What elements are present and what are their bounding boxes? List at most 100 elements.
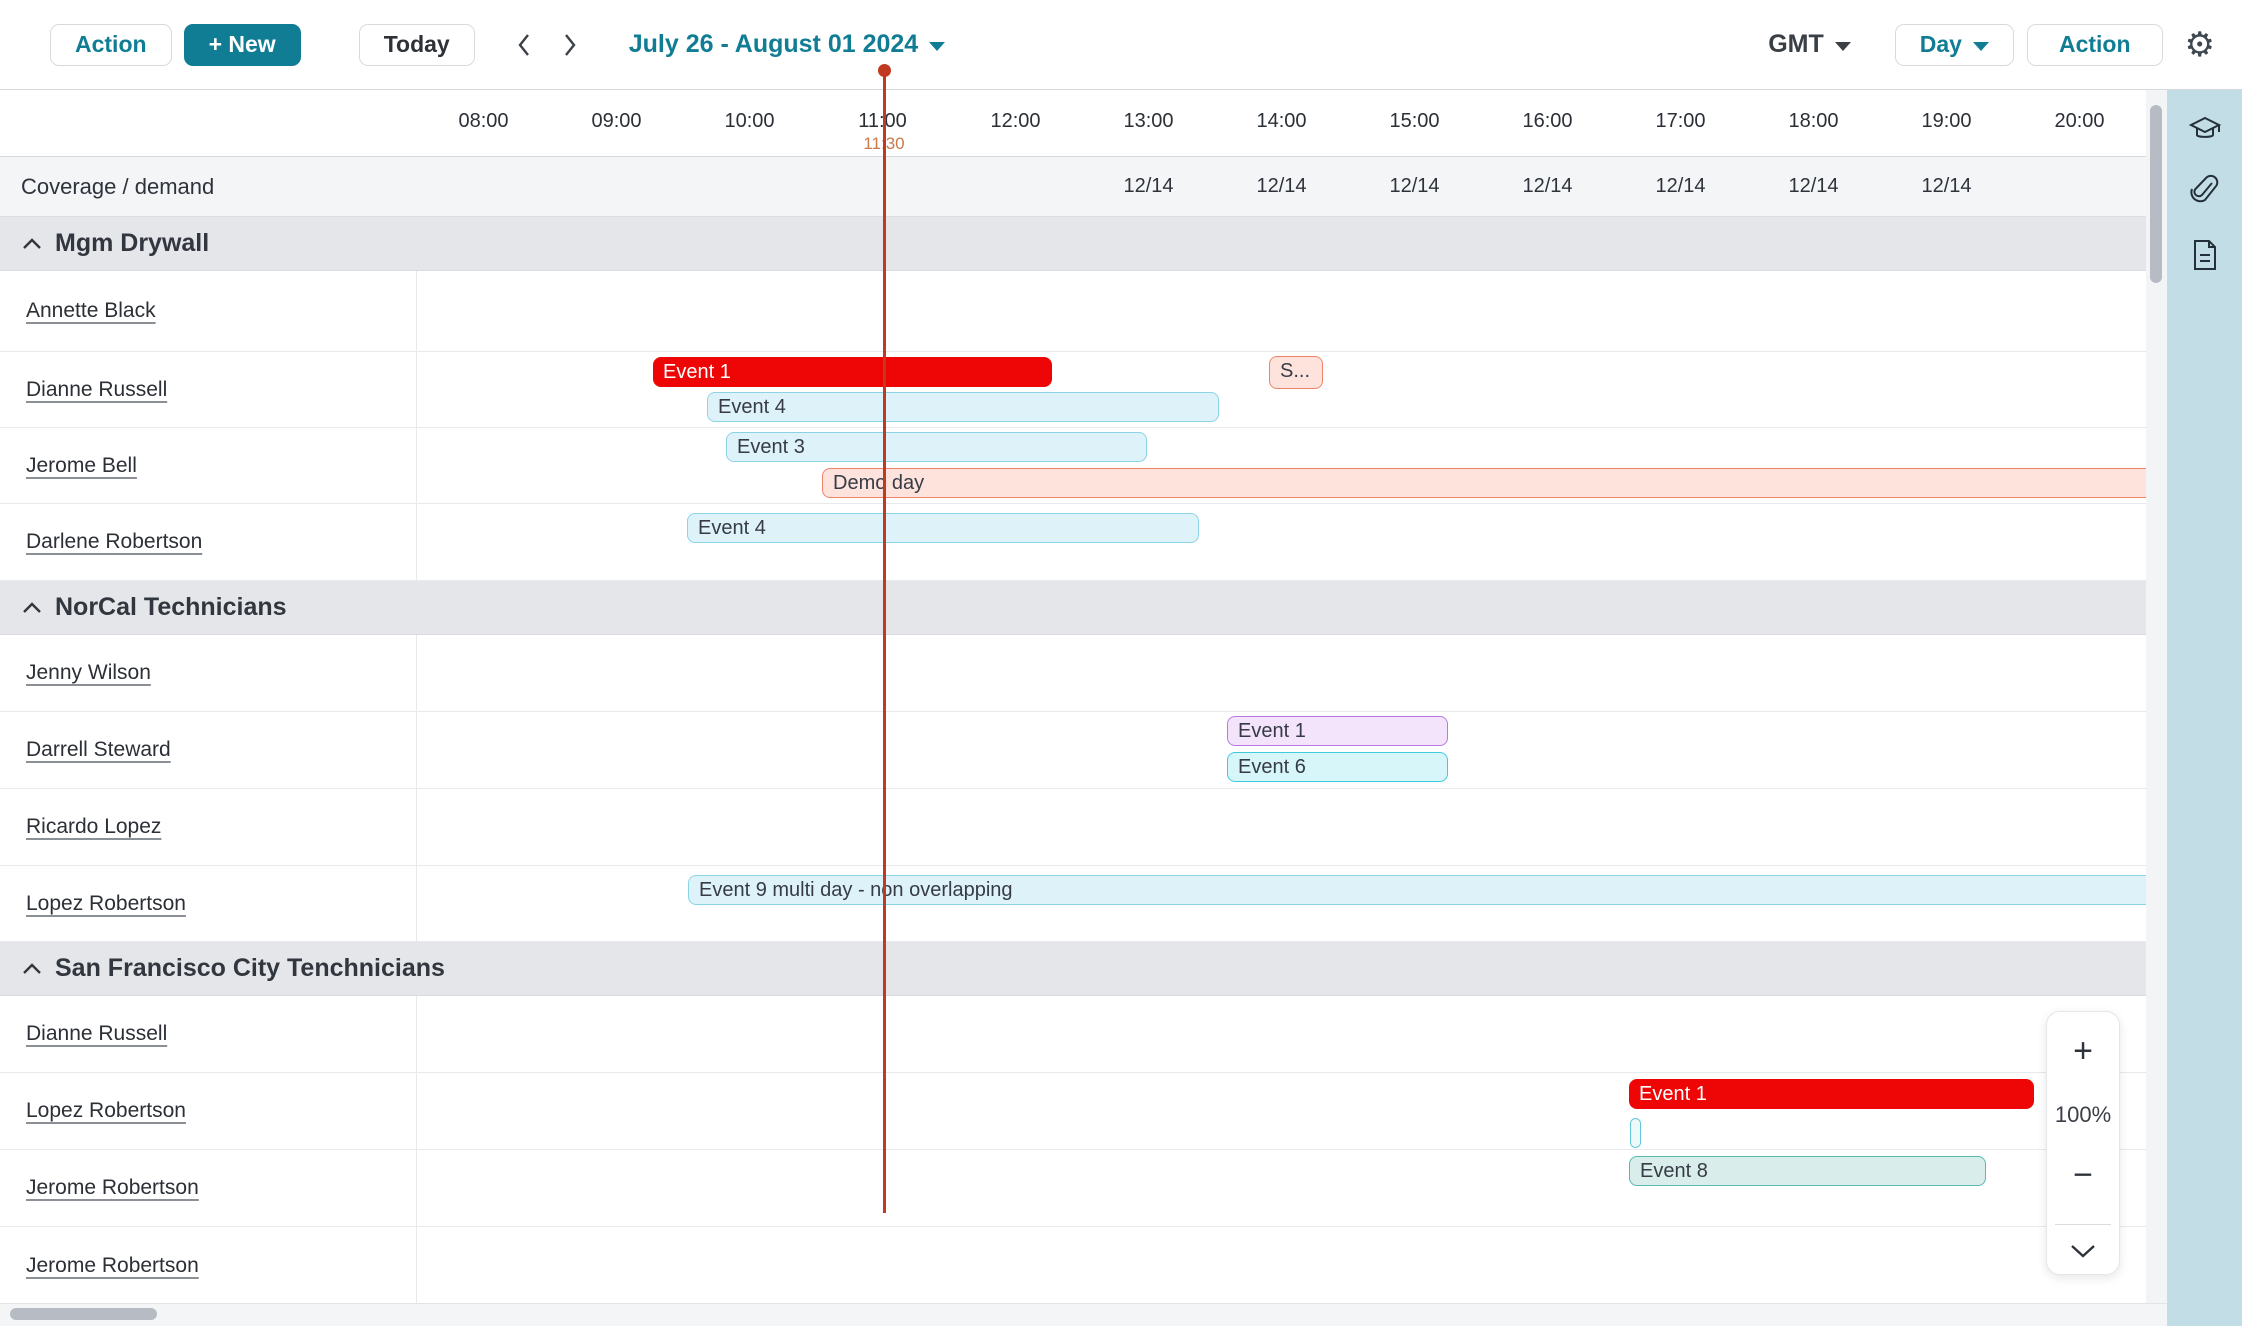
- resource-name-link[interactable]: Lopez Robertson: [26, 892, 186, 916]
- gear-icon[interactable]: ⚙: [2185, 28, 2215, 62]
- event-bar[interactable]: Event 1: [653, 357, 1052, 387]
- event-bar[interactable]: Event 9 multi day - non overlapping: [688, 875, 2146, 905]
- horizontal-scrollbar-track: [0, 1303, 2167, 1326]
- coverage-row: Coverage / demand 12/1412/1412/1412/1412…: [0, 157, 2146, 217]
- resource-row: Annette Black: [0, 271, 2146, 352]
- coverage-value: [417, 157, 550, 216]
- collapse-chevron-icon[interactable]: [2069, 1243, 2097, 1264]
- resource-name-link[interactable]: Darlene Robertson: [26, 530, 202, 554]
- chevron-right-icon[interactable]: [547, 24, 593, 66]
- event-bar[interactable]: Event 3: [726, 432, 1147, 462]
- zoom-level: 100%: [2055, 1102, 2111, 1128]
- resource-name-link[interactable]: Jerome Robertson: [26, 1176, 199, 1200]
- coverage-value: 12/14: [1348, 157, 1481, 216]
- current-time-dot: [878, 64, 891, 77]
- event-bar[interactable]: Event 1: [1629, 1079, 2034, 1109]
- today-button[interactable]: Today: [359, 24, 475, 66]
- event-bar[interactable]: Event 4: [707, 392, 1219, 422]
- timeline-hours: 08:0009:0010:0011:0012:0013:0014:0015:00…: [417, 90, 2146, 156]
- coverage-value: 12/14: [1880, 157, 2013, 216]
- chevron-left-icon[interactable]: [501, 24, 547, 66]
- hour-label: 14:00: [1215, 90, 1348, 156]
- hour-label: 20:00: [2013, 90, 2146, 156]
- event-bar[interactable]: Demo day: [822, 468, 2146, 498]
- resource-name-link[interactable]: Annette Black: [26, 299, 156, 323]
- caret-down-icon: [929, 42, 945, 51]
- zoom-widget: + 100% −: [2046, 1011, 2120, 1275]
- scheduler-grid: 08:0009:0010:0011:0012:0013:0014:0015:00…: [0, 90, 2146, 1305]
- resource-name-link[interactable]: Ricardo Lopez: [26, 815, 161, 839]
- resource-row: Ricardo Lopez: [0, 789, 2146, 866]
- coverage-value: [2013, 157, 2146, 216]
- action-left-button[interactable]: Action: [50, 24, 172, 66]
- event-bar[interactable]: Event 4: [687, 513, 1199, 543]
- resource-name-cell: Jerome Bell: [0, 428, 417, 503]
- grid-body: Mgm Drywall Annette Black Dianne Russell Ev…: [0, 217, 2146, 1305]
- zoom-out-button[interactable]: −: [2047, 1158, 2119, 1192]
- coverage-value: 12/14: [1614, 157, 1747, 216]
- hour-label: 17:00: [1614, 90, 1747, 156]
- event-bar[interactable]: Event 6: [1227, 752, 1448, 782]
- event-bar[interactable]: [1630, 1118, 1641, 1148]
- timezone-selector[interactable]: GMT: [1768, 30, 1851, 59]
- current-time-line: [883, 70, 886, 1213]
- resource-row: Jerome Robertson Event 8: [0, 1150, 2146, 1227]
- group-header-san-francisco-city-tenchnicians[interactable]: San Francisco City Tenchnicians: [0, 942, 2146, 996]
- caret-down-icon: [1973, 42, 1989, 51]
- coverage-value: 12/14: [1481, 157, 1614, 216]
- new-button[interactable]: + New: [184, 24, 301, 66]
- resource-name-link[interactable]: Darrell Steward: [26, 738, 171, 762]
- timeline-header: 08:0009:0010:0011:0012:0013:0014:0015:00…: [0, 90, 2146, 157]
- event-bar[interactable]: S...: [1269, 356, 1323, 389]
- resource-name-cell: Lopez Robertson: [0, 866, 417, 941]
- timezone-label: GMT: [1768, 30, 1824, 59]
- resource-name-link[interactable]: Jenny Wilson: [26, 661, 151, 685]
- coverage-value: 12/14: [1747, 157, 1880, 216]
- resource-row: Jerome Bell Event 3 Demo day: [0, 428, 2146, 504]
- group-header-norcal-technicians[interactable]: NorCal Technicians: [0, 581, 2146, 635]
- date-range-picker[interactable]: July 26 - August 01 2024: [629, 30, 945, 59]
- document-icon[interactable]: [2190, 238, 2220, 277]
- hour-label: 16:00: [1481, 90, 1614, 156]
- resource-name-cell: Darlene Robertson: [0, 504, 417, 580]
- resource-name-link[interactable]: Jerome Robertson: [26, 1254, 199, 1278]
- resource-name-link[interactable]: Dianne Russell: [26, 1022, 167, 1046]
- resource-name-link[interactable]: Jerome Bell: [26, 454, 137, 478]
- coverage-value: 12/14: [1215, 157, 1348, 216]
- toolbar: Action + New Today July 26 - August 01 2…: [0, 0, 2242, 90]
- hour-label: 10:00: [683, 90, 816, 156]
- coverage-label: Coverage / demand: [21, 157, 214, 216]
- group-title: Mgm Drywall: [55, 229, 209, 258]
- coverage-cells: 12/1412/1412/1412/1412/1412/1412/14: [417, 157, 2146, 216]
- paperclip-icon[interactable]: [2189, 174, 2221, 213]
- resource-row: Darrell Steward Event 1 Event 6: [0, 712, 2146, 789]
- event-bar[interactable]: Event 1: [1227, 716, 1448, 746]
- action-right-button[interactable]: Action: [2027, 24, 2163, 66]
- resource-name-link[interactable]: Dianne Russell: [26, 378, 167, 402]
- coverage-value: 12/14: [1082, 157, 1215, 216]
- vertical-scrollbar-thumb[interactable]: [2150, 105, 2162, 283]
- coverage-value: [949, 157, 1082, 216]
- view-mode-button[interactable]: Day: [1895, 24, 2014, 66]
- zoom-in-button[interactable]: +: [2047, 1034, 2119, 1068]
- event-bar[interactable]: Event 8: [1629, 1156, 1986, 1186]
- date-range-label: July 26 - August 01 2024: [629, 30, 918, 59]
- resource-row: Jerome Robertson: [0, 1227, 2146, 1305]
- side-rail: [2167, 90, 2242, 1326]
- coverage-value: [683, 157, 816, 216]
- resource-row: Dianne Russell Event 1 Event 4 S...: [0, 352, 2146, 428]
- resource-name-cell: Jenny Wilson: [0, 635, 417, 711]
- resource-row: Lopez Robertson Event 9 multi day - non o…: [0, 866, 2146, 942]
- group-header-mgm-drywall[interactable]: Mgm Drywall: [0, 217, 2146, 271]
- group-title: NorCal Technicians: [55, 593, 287, 622]
- graduation-cap-icon[interactable]: [2188, 114, 2222, 151]
- hour-label: 15:00: [1348, 90, 1481, 156]
- hour-label: 13:00: [1082, 90, 1215, 156]
- resource-name-link[interactable]: Lopez Robertson: [26, 1099, 186, 1123]
- hour-label: 19:00: [1880, 90, 2013, 156]
- resource-row: Lopez Robertson Event 1: [0, 1073, 2146, 1150]
- chevron-up-icon: [22, 238, 42, 250]
- horizontal-scrollbar-thumb[interactable]: [10, 1308, 157, 1320]
- divider: [2055, 1224, 2111, 1225]
- resource-name-cell: Ricardo Lopez: [0, 789, 417, 865]
